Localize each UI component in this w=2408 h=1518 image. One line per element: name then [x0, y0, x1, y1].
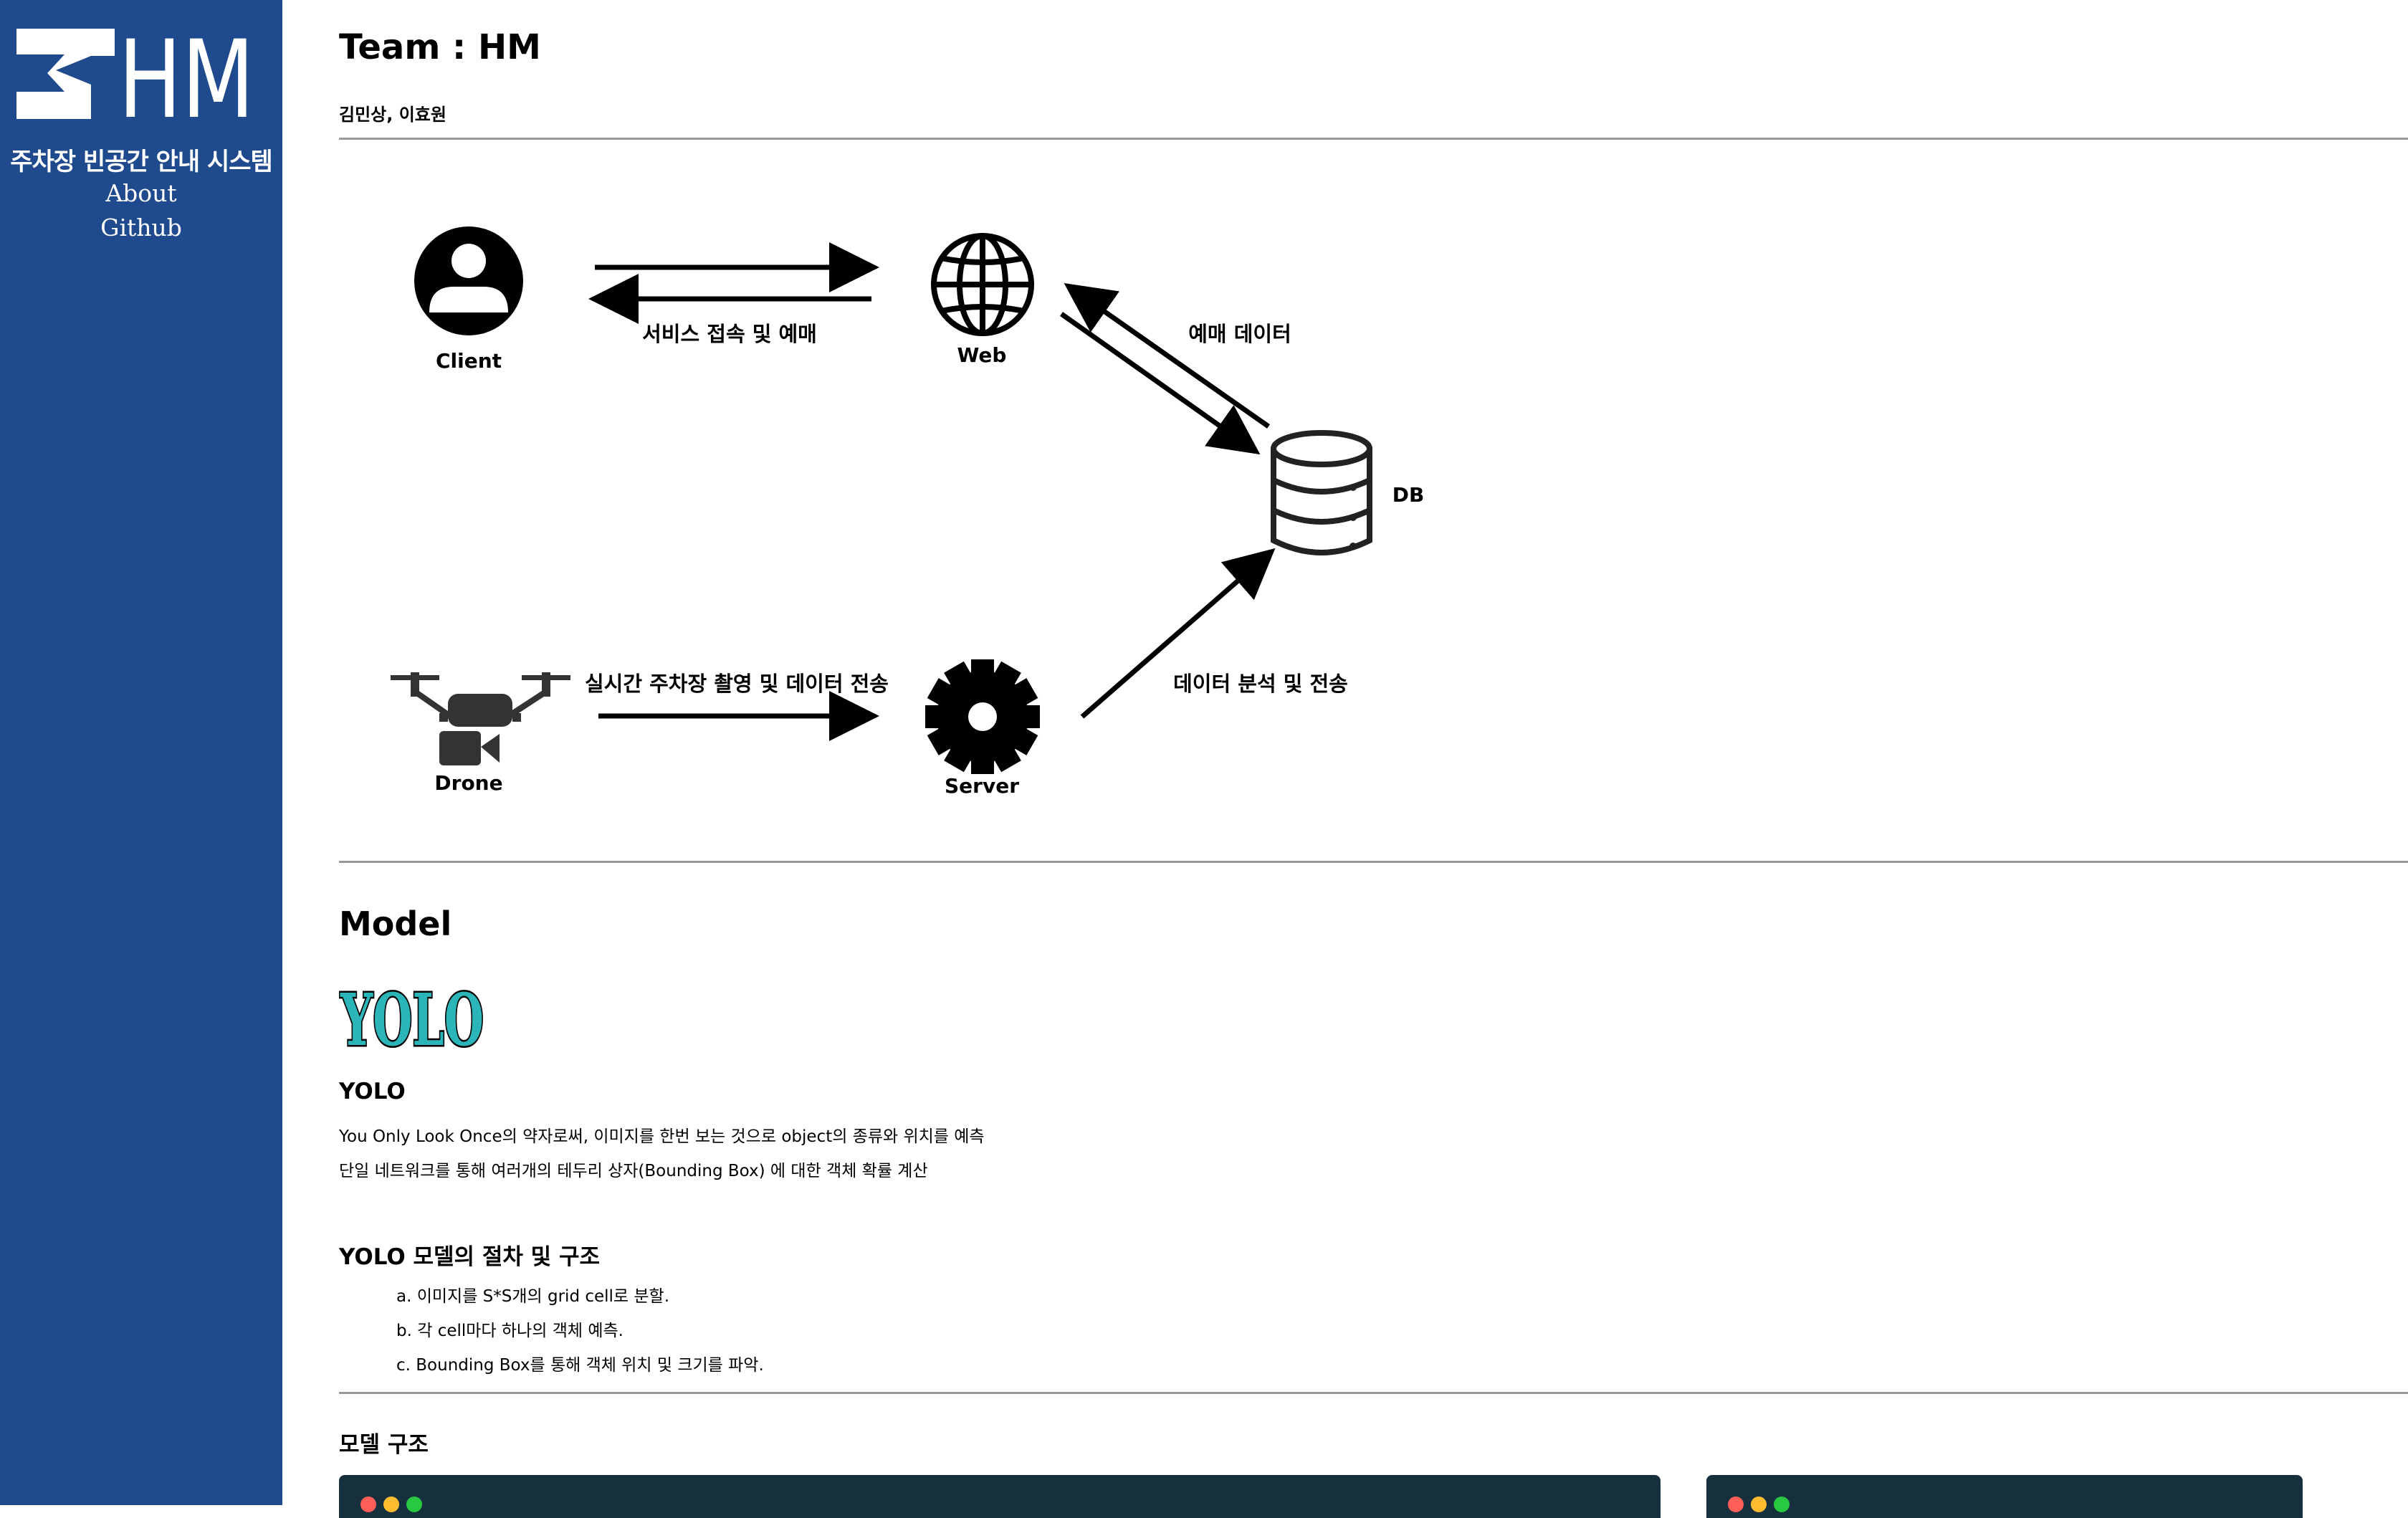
- drone-icon: [391, 672, 570, 765]
- procedure-steps: a. 이미지를 S*S개의 grid cell로 분할. b. 각 cell마다…: [396, 1279, 764, 1383]
- structure-heading: 모델 구조: [339, 1432, 429, 1458]
- divider: [339, 861, 2408, 863]
- divider: [339, 138, 2408, 140]
- list-item: b. 각 cell마다 하나의 객체 예측.: [396, 1322, 624, 1340]
- close-dot[interactable]: [1728, 1496, 1744, 1512]
- hm-logo[interactable]: HM: [14, 18, 258, 143]
- description-line: 단일 네트워크를 통해 여러개의 테두리 상자(Bounding Box) 에 …: [339, 1162, 928, 1180]
- edge-label-server-db: 데이터 분석 및 전송: [1173, 672, 1348, 696]
- close-dot[interactable]: [360, 1496, 376, 1512]
- list-item: a. 이미지를 S*S개의 grid cell로 분할.: [396, 1287, 670, 1306]
- model-heading: Model: [339, 904, 452, 943]
- divider: [339, 1392, 2408, 1394]
- about-link[interactable]: About: [0, 179, 282, 207]
- gear-icon: [925, 659, 1040, 774]
- yolo-logo: YOLO: [338, 973, 489, 1064]
- sidebar: HM 주차장 빈공간 안내 시스템 About Github: [0, 0, 282, 1505]
- web-label: Web: [957, 343, 1007, 367]
- code-panel: [339, 1475, 1661, 1518]
- drone-label: Drone: [434, 771, 502, 795]
- maximize-dot[interactable]: [1774, 1496, 1790, 1512]
- edge-label-drone-server: 실시간 주차장 촬영 및 데이터 전송: [585, 672, 889, 696]
- client-label: Client: [436, 349, 502, 373]
- svg-text:HM: HM: [118, 27, 254, 120]
- minimize-dot[interactable]: [1751, 1496, 1767, 1512]
- team-title: Team : HM: [339, 27, 541, 67]
- database-lights: [1349, 484, 1357, 550]
- procedure-heading: YOLO 모델의 절차 및 구조: [339, 1244, 601, 1270]
- list-item: c. Bounding Box를 통해 객체 위치 및 크기를 파악.: [396, 1356, 764, 1375]
- yolo-description: You Only Look Once의 약자로써, 이미지를 한번 보는 것으로…: [339, 1120, 985, 1188]
- code-panel: [1706, 1475, 2303, 1518]
- system-title: 주차장 빈공간 안내 시스템: [10, 148, 273, 176]
- svg-text:YOLO: YOLO: [340, 978, 484, 1059]
- arrow-db-to-web: [1064, 282, 1271, 429]
- edge-label-client-web: 서비스 접속 및 예매: [642, 322, 817, 346]
- db-label: DB: [1392, 483, 1425, 507]
- client-icon: [414, 226, 523, 335]
- server-label: Server: [945, 774, 1019, 798]
- maximize-dot[interactable]: [406, 1496, 422, 1512]
- database-icon: [1271, 430, 1372, 555]
- description-line: You Only Look Once의 약자로써, 이미지를 한번 보는 것으로…: [339, 1127, 985, 1146]
- architecture-diagram: Client 서비스 접속 및 예매 Web 예매 데이터 DB Drone 실…: [391, 226, 1425, 798]
- minimize-dot[interactable]: [383, 1496, 399, 1512]
- edge-label-web-db: 예매 데이터: [1188, 322, 1291, 346]
- github-link[interactable]: Github: [0, 214, 282, 242]
- team-members: 김민상, 이효원: [339, 105, 446, 125]
- yolo-title: YOLO: [339, 1079, 406, 1104]
- globe-icon: [931, 233, 1034, 336]
